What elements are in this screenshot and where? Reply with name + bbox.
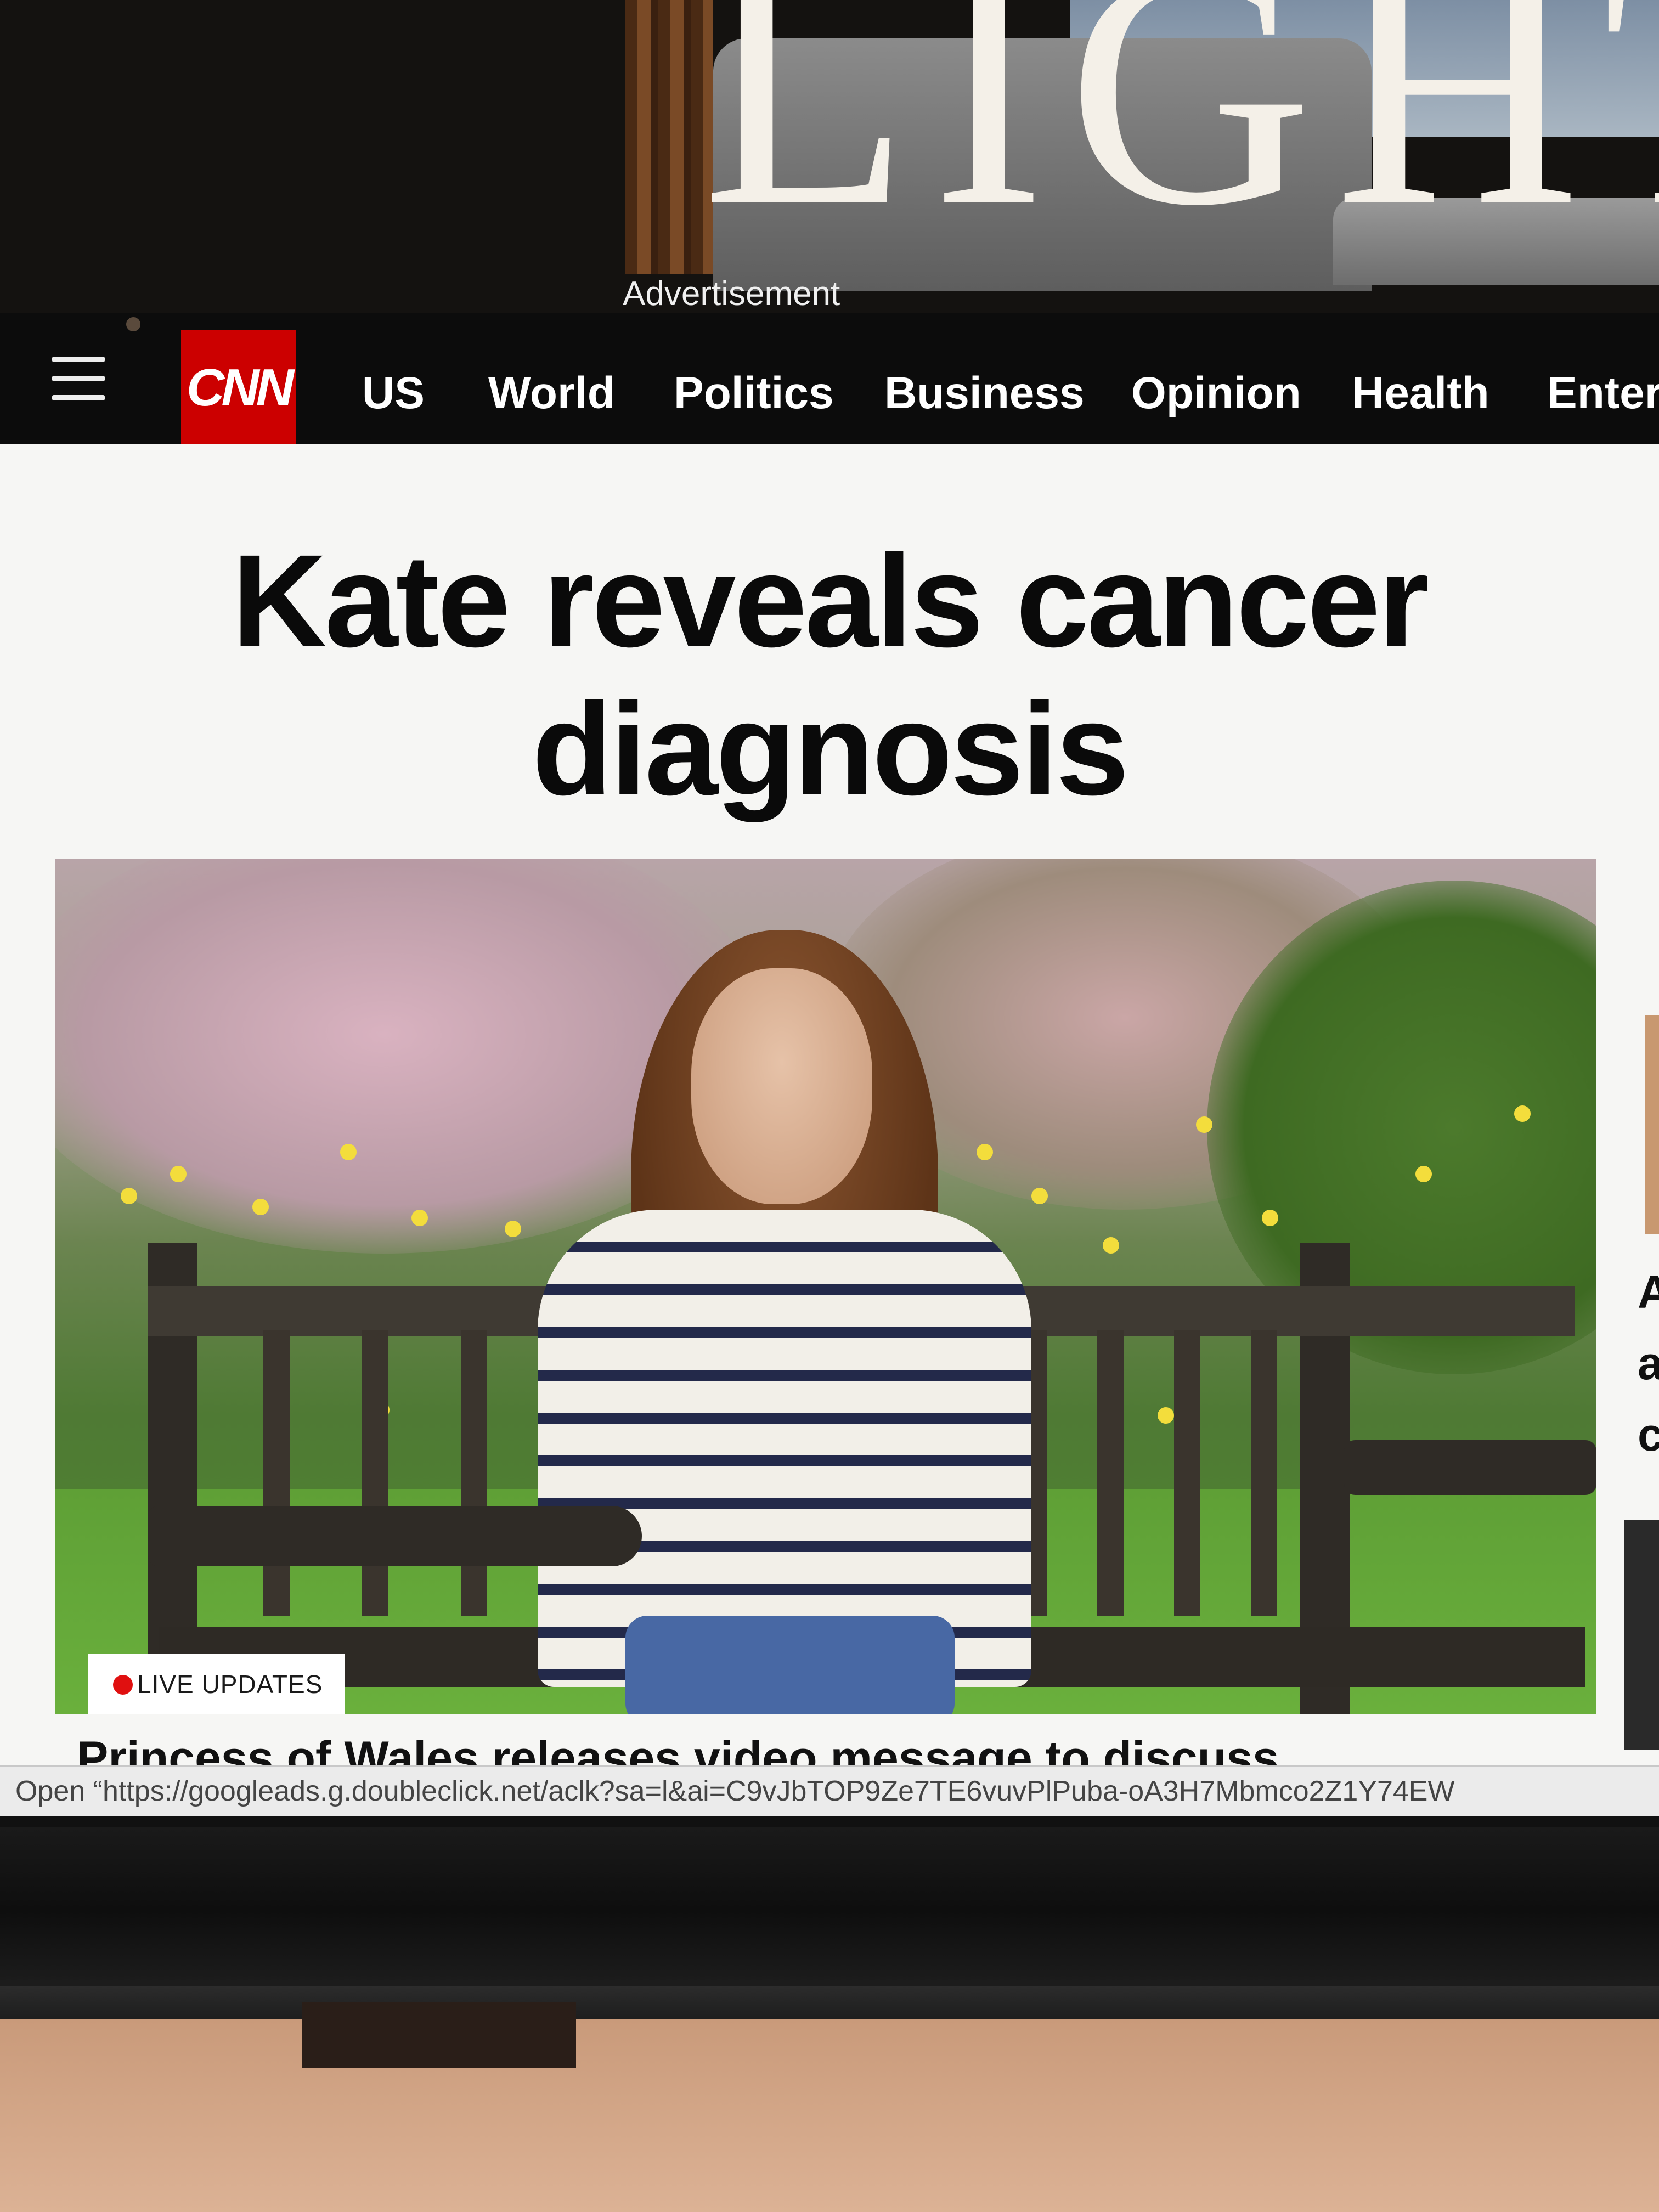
- person-face: [691, 968, 872, 1204]
- cnn-logo[interactable]: CNN: [181, 330, 296, 445]
- top-nav-bar: CNN US World Politics Business Opinion H…: [0, 313, 1659, 445]
- live-dot-icon: [113, 1675, 133, 1695]
- ad-curtain: [625, 0, 713, 274]
- headline[interactable]: Kate reveals cancer diagnosis: [0, 527, 1659, 823]
- nav-link-opinion[interactable]: Opinion: [1131, 368, 1301, 419]
- bench-slat: [1097, 1330, 1124, 1616]
- advertisement-label: Advertisement: [623, 275, 840, 313]
- bench-slat: [1174, 1330, 1200, 1616]
- daffodil: [1415, 1166, 1432, 1182]
- nav-link-health[interactable]: Health: [1352, 368, 1489, 419]
- person-jeans: [625, 1616, 955, 1714]
- bench-slat: [263, 1330, 290, 1616]
- bench-armrest: [1344, 1440, 1596, 1495]
- daffodil: [121, 1188, 137, 1204]
- daffodil: [1262, 1210, 1278, 1226]
- desk-surface: [0, 2019, 1659, 2212]
- advertisement-banner[interactable]: LIGHT Advertisement: [0, 0, 1659, 313]
- daffodil: [340, 1144, 357, 1160]
- right-rail-thumbnail[interactable]: [1624, 1520, 1659, 1750]
- link-status-bar: Open “https://googleads.g.doubleclick.ne…: [0, 1765, 1659, 1816]
- nav-link-us[interactable]: US: [362, 368, 425, 419]
- bench-slat: [1251, 1330, 1277, 1616]
- daffodil: [411, 1210, 428, 1226]
- daffodil: [1031, 1188, 1048, 1204]
- live-updates-label: LIVE UPDATES: [137, 1670, 323, 1699]
- live-updates-badge[interactable]: LIVE UPDATES: [88, 1654, 345, 1714]
- ad-wordmark: LIGHT: [702, 0, 1659, 276]
- webcam-dot: [126, 317, 140, 331]
- daffodil: [1196, 1116, 1212, 1133]
- nav-link-politics[interactable]: Politics: [674, 368, 834, 419]
- daffodil: [977, 1144, 993, 1160]
- daffodil: [1158, 1407, 1174, 1424]
- hero-image[interactable]: LIVE UPDATES: [55, 859, 1596, 1714]
- main-content: Kate reveals cancer diagnosis LIVE UPDAT…: [0, 444, 1659, 1774]
- daffodil: [170, 1166, 187, 1182]
- daffodil: [505, 1221, 521, 1237]
- right-rail-text[interactable]: A a c: [1638, 1256, 1659, 1470]
- laptop-foot: [302, 2002, 576, 2068]
- bench-slat: [362, 1330, 388, 1616]
- cnn-logo-text: CNN: [187, 358, 294, 417]
- nav-link-business[interactable]: Business: [884, 368, 1085, 419]
- daffodil: [1514, 1105, 1531, 1122]
- daffodil: [1103, 1237, 1119, 1254]
- nav-link-entertainment[interactable]: Enter: [1547, 368, 1659, 419]
- daffodil: [252, 1199, 269, 1215]
- hamburger-menu-icon[interactable]: [52, 357, 105, 406]
- right-rail-thumbnail[interactable]: [1645, 1015, 1659, 1234]
- nav-link-world[interactable]: World: [488, 368, 615, 419]
- bench-slat: [461, 1330, 487, 1616]
- bench-armrest: [148, 1506, 642, 1566]
